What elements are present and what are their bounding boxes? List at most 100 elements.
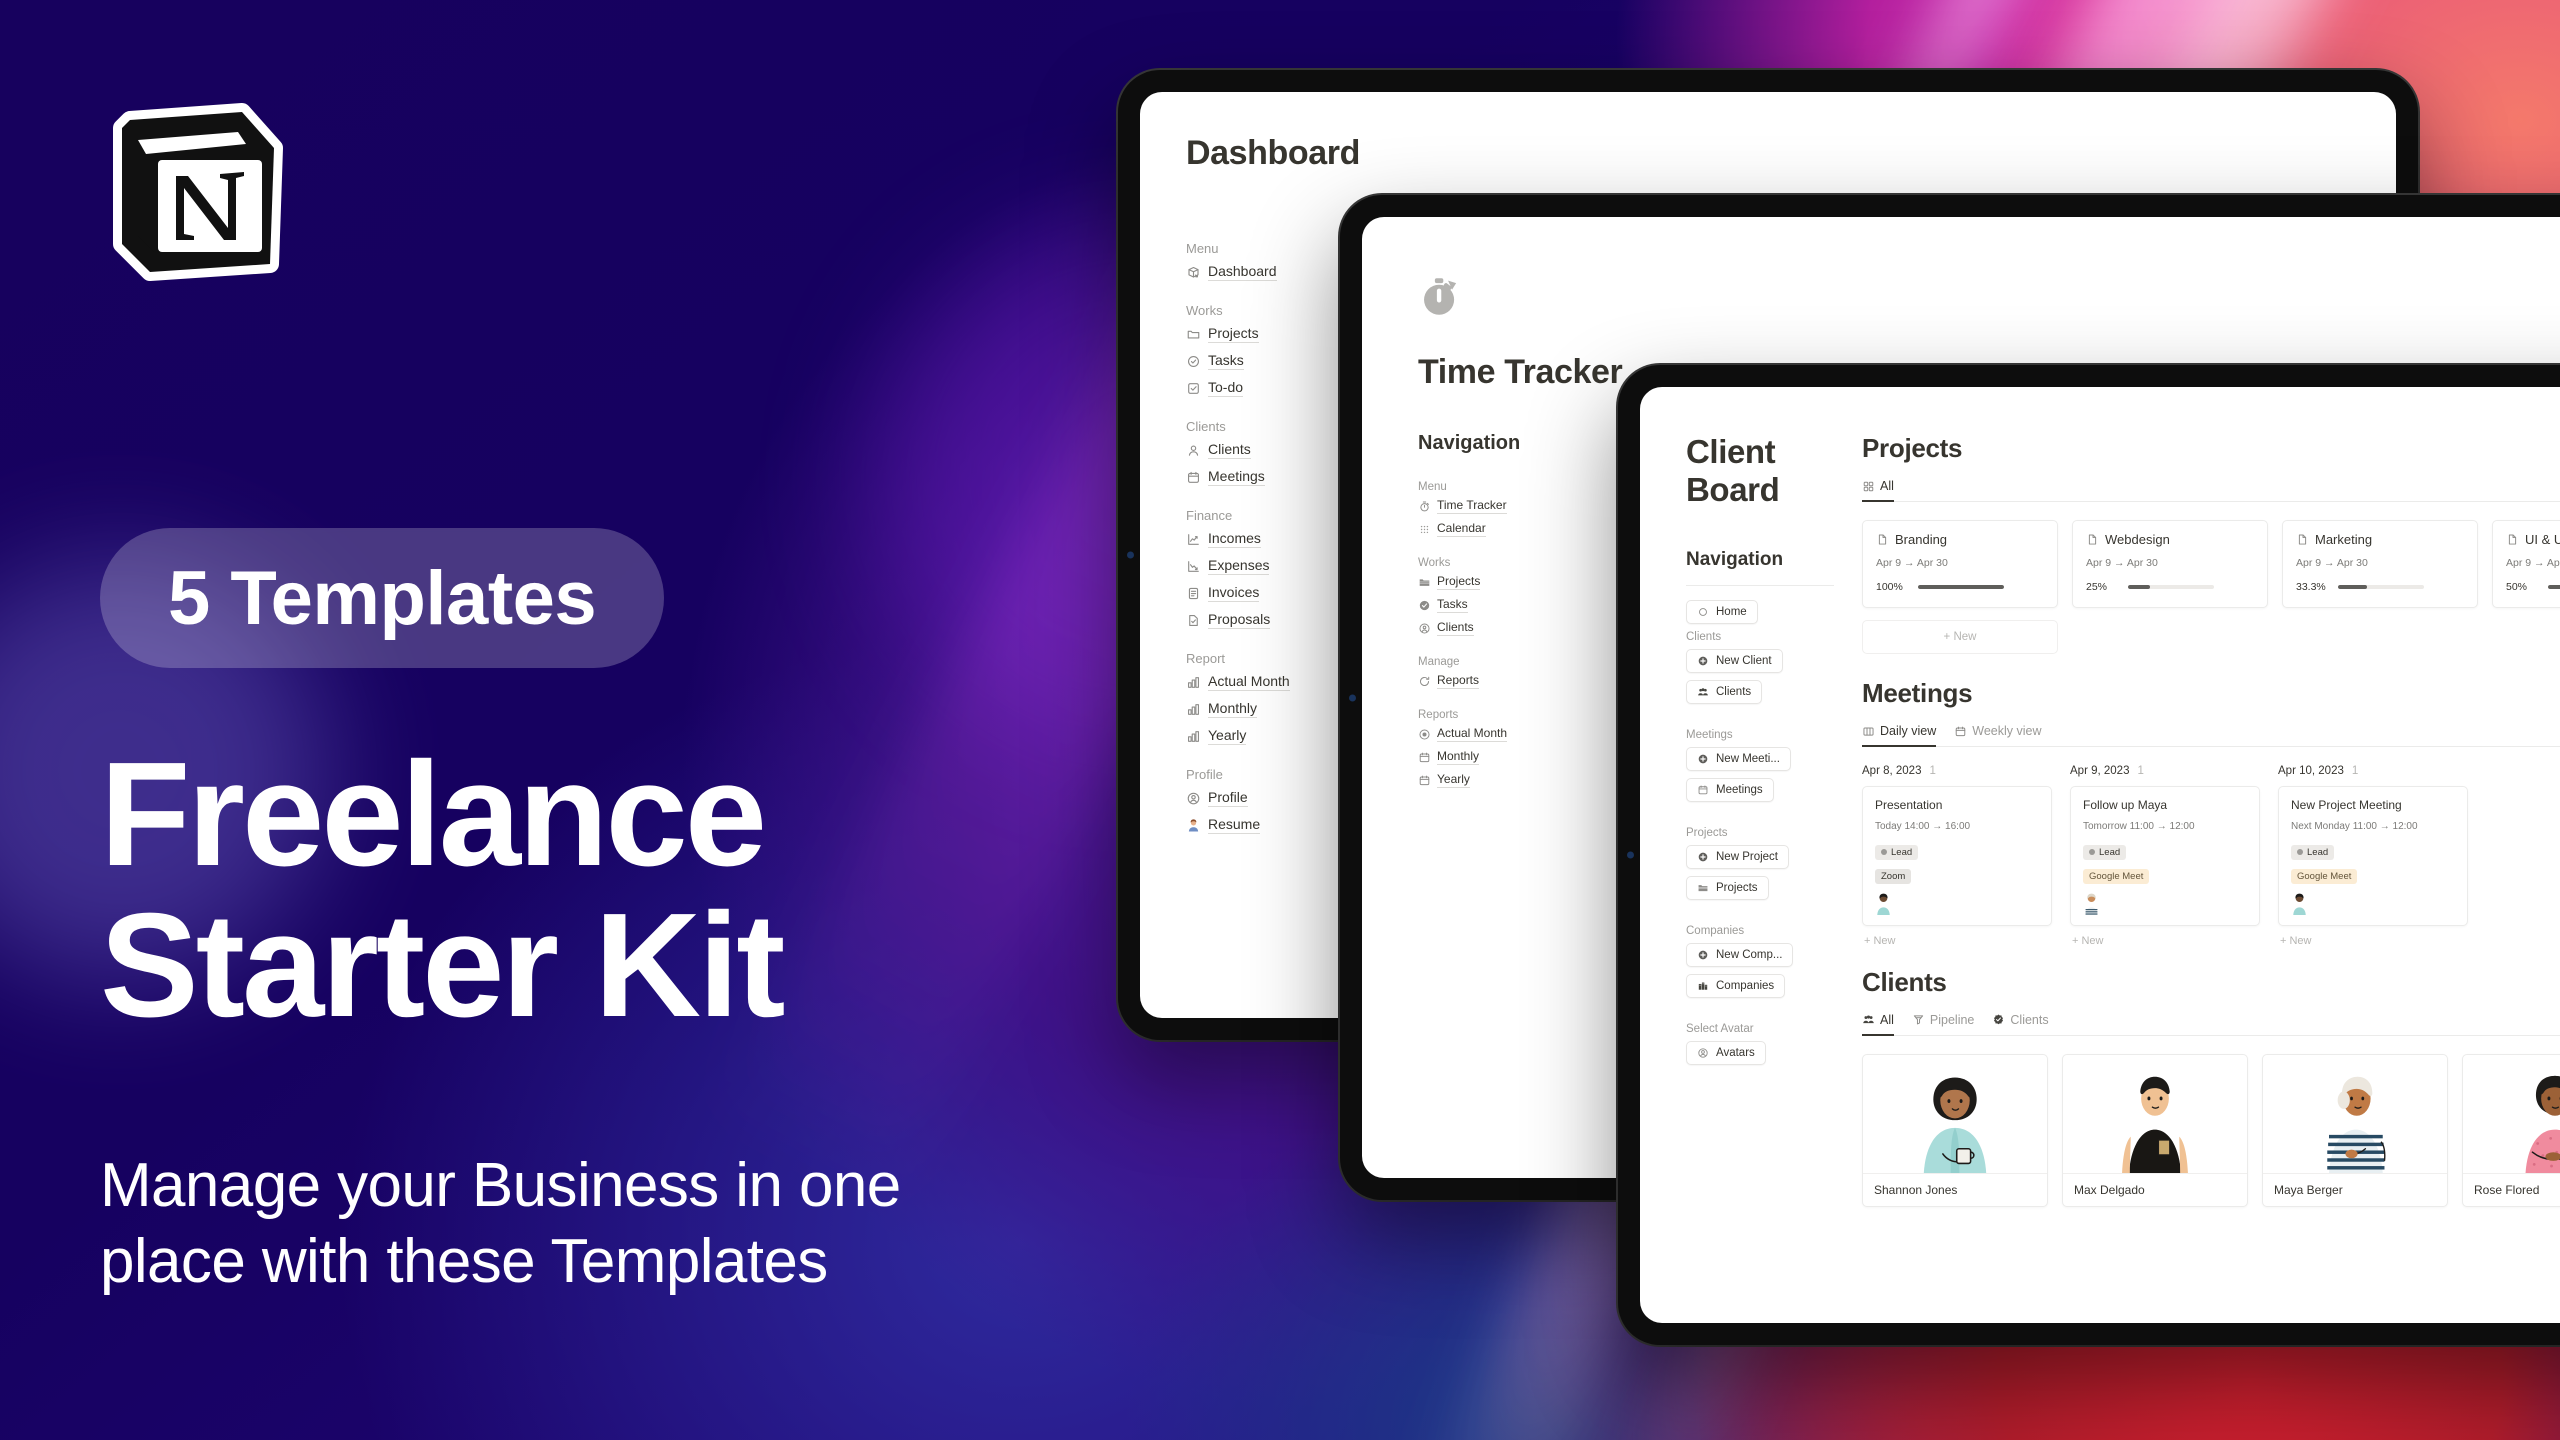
tablet-client-board: Client Board Navigation Home Clients New … bbox=[1618, 365, 2560, 1345]
new-meeting-button[interactable]: + New bbox=[1862, 926, 2052, 947]
document-icon bbox=[1876, 533, 1889, 546]
meeting-column-header: Apr 9, 2023 1 bbox=[2070, 765, 2260, 777]
meetings-columns: Apr 8, 2023 1 Presentation Today 14:00 → 16… bbox=[1862, 765, 2560, 947]
projects-tabs: All bbox=[1862, 478, 2560, 502]
project-percent: 50% bbox=[2506, 581, 2528, 593]
cb-button-new-comp-[interactable]: New Comp... bbox=[1686, 943, 1794, 967]
cb-button-new-meeti-[interactable]: New Meeti... bbox=[1686, 747, 1791, 771]
project-name: Webdesign bbox=[2105, 532, 2170, 547]
user-circle-icon bbox=[1186, 791, 1201, 806]
tablet-camera bbox=[1349, 694, 1356, 701]
calendar-icon bbox=[1186, 470, 1201, 485]
cb-group-label: Select Avatar bbox=[1686, 1023, 1754, 1035]
projects-heading: Projects bbox=[1862, 433, 1963, 463]
project-progress-bar bbox=[1918, 585, 2004, 589]
user-circle-icon bbox=[1697, 1047, 1709, 1059]
project-card[interactable]: UI & UX Design Apr 9 → Apr 30 50% bbox=[2492, 520, 2560, 608]
refresh-icon bbox=[1418, 675, 1431, 688]
client-name: Rose Flored bbox=[2463, 1172, 2560, 1206]
plus-circle-icon bbox=[1697, 655, 1709, 667]
screen-client-board: Client Board Navigation Home Clients New … bbox=[1640, 387, 2560, 1323]
status-badge: Lead bbox=[2083, 844, 2127, 860]
new-project-card[interactable]: + New bbox=[1862, 620, 2058, 654]
project-card[interactable]: Marketing Apr 9 → Apr 30 33.3% bbox=[2282, 520, 2478, 608]
cb-group-label: Projects bbox=[1686, 827, 1728, 839]
meeting-count: 1 bbox=[1929, 765, 1936, 777]
avatar bbox=[2083, 893, 2100, 915]
project-progress: 33.3% bbox=[2296, 581, 2464, 593]
cb-group-meetings: Meetings New Meeti... Meetings bbox=[1686, 729, 1850, 809]
project-card[interactable]: Branding Apr 9 → Apr 30 100% bbox=[1862, 520, 2058, 608]
cb-button-new-client[interactable]: New Client bbox=[1686, 649, 1783, 673]
tab-daily-view[interactable]: Daily view bbox=[1862, 724, 1937, 747]
stopwatch-small-icon bbox=[1418, 500, 1431, 513]
new-meeting-button[interactable]: + New bbox=[2278, 926, 2468, 947]
headline-line-1: Freelance bbox=[100, 732, 767, 897]
client-board-title: Client Board bbox=[1686, 433, 1780, 508]
stopwatch-icon bbox=[1418, 275, 1462, 319]
calendar-icon bbox=[1954, 725, 1967, 738]
tab-pipeline[interactable]: Pipeline bbox=[1912, 1013, 1974, 1036]
headline-line-2: Starter Kit bbox=[100, 882, 786, 1048]
client-card[interactable]: Maya Berger bbox=[2262, 1053, 2448, 1207]
check-circle-icon bbox=[1186, 354, 1201, 369]
client-card[interactable]: Rose Flored bbox=[2462, 1053, 2560, 1207]
meeting-date: Apr 10, 2023 bbox=[2278, 765, 2344, 777]
sidebar-item-label: Monthly bbox=[1208, 700, 1258, 718]
tab-all[interactable]: All bbox=[1862, 479, 1894, 502]
new-meeting-button[interactable]: + New bbox=[2070, 926, 2260, 947]
project-progress-bar bbox=[2128, 585, 2214, 589]
project-progress: 100% bbox=[1876, 581, 2044, 593]
badge-check-icon bbox=[1992, 1013, 2005, 1026]
client-board-sidebar: Client Board Navigation Home Clients New … bbox=[1640, 433, 1850, 1323]
meeting-column: Apr 9, 2023 1 Follow up Maya Tomorrow 11:00… bbox=[2070, 765, 2260, 947]
bar-chart-icon bbox=[1186, 675, 1201, 690]
document-icon bbox=[2506, 533, 2519, 546]
avatar bbox=[2291, 893, 2308, 915]
cb-button-label: Meetings bbox=[1716, 784, 1763, 796]
new-meeting-label: New bbox=[2289, 934, 2312, 947]
tab-label: Clients bbox=[2010, 1012, 2049, 1027]
tab-weekly-view[interactable]: Weekly view bbox=[1954, 724, 2042, 747]
client-card[interactable]: Max Delgado bbox=[2062, 1053, 2248, 1207]
project-dates: Apr 9 → Apr 30 bbox=[2296, 557, 2368, 569]
home-button[interactable]: Home bbox=[1686, 600, 1758, 624]
client-card[interactable]: Shannon Jones bbox=[1862, 1053, 2048, 1207]
cb-button-companies[interactable]: Companies bbox=[1686, 974, 1786, 998]
tab-label: Pipeline bbox=[1929, 1012, 1975, 1027]
meeting-time: Today 14:00 → 16:00 bbox=[1875, 821, 1971, 832]
sidebar-item-label: Tasks bbox=[1208, 352, 1244, 370]
project-percent: 25% bbox=[2086, 581, 2108, 593]
sidebar-item-label: Dashboard bbox=[1208, 263, 1277, 281]
cb-button-new-project[interactable]: New Project bbox=[1686, 845, 1789, 869]
client-illustration bbox=[2063, 1055, 2247, 1173]
line-chart-down-icon bbox=[1186, 559, 1201, 574]
meeting-count: 1 bbox=[2351, 765, 2359, 777]
person-emoji-icon bbox=[1186, 818, 1201, 833]
sidebar-item-label: Incomes bbox=[1208, 530, 1261, 548]
plus-circle-icon bbox=[1697, 753, 1709, 765]
meetings-tabs: Daily view Weekly view bbox=[1862, 723, 2560, 747]
circle-icon bbox=[1697, 606, 1709, 618]
checkbox-icon bbox=[1186, 381, 1201, 396]
project-name: UI & UX Design bbox=[2525, 532, 2560, 547]
tab-clients[interactable]: Clients bbox=[1992, 1012, 2049, 1036]
cb-button-avatars[interactable]: Avatars bbox=[1686, 1041, 1766, 1065]
meeting-card[interactable]: Follow up Maya Tomorrow 11:00 → 12:00 Lead… bbox=[2070, 786, 2260, 926]
tab-all[interactable]: All bbox=[1862, 1013, 1894, 1036]
tt-item-label: Monthly bbox=[1437, 749, 1480, 765]
check-circle-filled-icon bbox=[1418, 599, 1431, 612]
document-icon bbox=[2296, 533, 2309, 546]
cb-button-clients[interactable]: Clients bbox=[1686, 680, 1763, 704]
project-name-row: Marketing bbox=[2296, 532, 2464, 547]
project-card[interactable]: Webdesign Apr 9 → Apr 30 25% bbox=[2072, 520, 2268, 608]
meeting-title: Presentation bbox=[1875, 798, 1943, 812]
meeting-card[interactable]: New Project Meeting Next Monday 11:00 → 1… bbox=[2278, 786, 2468, 926]
folder-filled-icon bbox=[1697, 882, 1709, 894]
meeting-title: New Project Meeting bbox=[2291, 798, 2402, 812]
plus-icon: + bbox=[1943, 631, 1954, 643]
meeting-card[interactable]: Presentation Today 14:00 → 16:00 Lead Zoom bbox=[1862, 786, 2052, 926]
building-icon bbox=[1697, 980, 1709, 992]
cb-button-meetings[interactable]: Meetings bbox=[1686, 778, 1774, 802]
cb-button-projects[interactable]: Projects bbox=[1686, 876, 1769, 900]
